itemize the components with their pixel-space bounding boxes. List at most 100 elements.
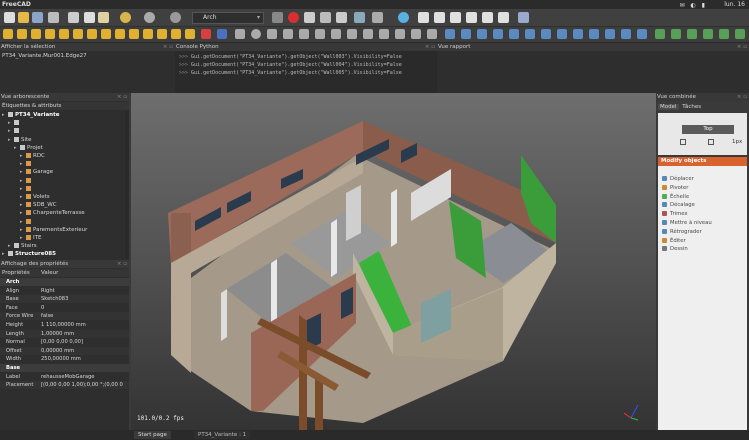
property-value[interactable]: 250,00000 mm (41, 355, 81, 363)
property-row[interactable]: Normal [0,00 0,00 0,00] (0, 338, 129, 346)
measure-icon[interactable] (518, 12, 529, 23)
snap-angle-icon[interactable] (525, 29, 535, 39)
property-value[interactable]: false (41, 312, 53, 320)
snap-perpendicular-icon[interactable] (557, 29, 567, 39)
property-row[interactable]: Force Wire false (0, 312, 129, 321)
property-value[interactable]: [(0,00 0,00 1,00);0,00 °;(0,00 0 (41, 381, 123, 389)
property-row[interactable]: Label rehausseMobGarage (0, 373, 129, 381)
modify-item[interactable]: Décalage (662, 201, 749, 210)
checkbox[interactable] (708, 139, 714, 145)
view-front-icon[interactable] (434, 12, 445, 23)
tree-item[interactable]: ▸ (0, 218, 129, 226)
property-row[interactable]: Align Right (0, 287, 129, 295)
snap-working-plane-icon[interactable] (655, 29, 665, 39)
copy-icon[interactable] (84, 12, 95, 23)
save-icon[interactable] (32, 12, 43, 23)
property-value[interactable]: Sketch083 (41, 295, 68, 303)
ellipse-icon[interactable] (283, 29, 293, 39)
wire-icon[interactable] (235, 29, 245, 39)
tree-item[interactable]: ▸ Volets (0, 193, 129, 201)
toggle-display-mode-icon[interactable] (735, 29, 745, 39)
snap-lock-icon[interactable] (461, 29, 471, 39)
stop-macro-icon[interactable] (304, 12, 315, 23)
snap-extension-icon[interactable] (573, 29, 583, 39)
shapestring-icon[interactable] (395, 29, 405, 39)
site-icon[interactable] (73, 29, 83, 39)
snap-parallel-icon[interactable] (589, 29, 599, 39)
tree-item[interactable]: ▸ (0, 185, 129, 193)
view-bottom-icon[interactable] (498, 12, 509, 23)
view-rear-icon[interactable] (482, 12, 493, 23)
property-row[interactable]: Placement [(0,00 0,00 1,00);0,00 °;(0,00 … (0, 381, 129, 390)
undo-icon[interactable] (120, 12, 131, 23)
wall-icon[interactable] (3, 29, 13, 39)
tree-item[interactable]: ▸ ITE (0, 234, 129, 242)
tree-item[interactable]: ▸ RDC (0, 152, 129, 160)
modify-item[interactable]: Échelle (662, 193, 749, 202)
space-icon[interactable] (129, 29, 139, 39)
rectangle-icon[interactable] (315, 29, 325, 39)
run-macro-icon[interactable] (336, 12, 347, 23)
modify-item[interactable]: Trimex (662, 210, 749, 219)
snap-near-icon[interactable] (621, 29, 631, 39)
selection-text[interactable]: PT34_Variante.Mur001.Edge27 (2, 53, 87, 59)
redo-icon[interactable] (144, 12, 155, 23)
property-value[interactable]: 0,00000 mm (41, 347, 74, 355)
building-model[interactable] (131, 93, 656, 430)
edit-macro-icon[interactable] (320, 12, 331, 23)
property-row[interactable]: Face 0 (0, 304, 129, 312)
modify-item[interactable]: Pivoter (662, 184, 749, 193)
close-icon[interactable]: × ▫ (425, 43, 435, 51)
modify-item[interactable]: Rétrograder (662, 228, 749, 237)
tree-item[interactable]: ▸ PT34_Variante (0, 111, 129, 119)
remove-icon[interactable] (201, 29, 211, 39)
tab-document[interactable]: PT34_Variante : 1 (194, 431, 251, 439)
view-top-icon[interactable] (450, 12, 461, 23)
dimension-icon[interactable] (347, 29, 357, 39)
tree-item[interactable]: ▸ Stairs (0, 242, 129, 250)
fit-all-icon[interactable] (398, 12, 409, 23)
building-icon[interactable] (59, 29, 69, 39)
tree-item[interactable]: ▸ CharpenteTerrasse (0, 209, 129, 217)
text-icon[interactable] (331, 29, 341, 39)
close-icon[interactable]: × ▫ (117, 93, 127, 101)
tree-item[interactable]: ▸ (0, 127, 129, 135)
toggle-construction-icon[interactable] (703, 29, 713, 39)
snap-ortho-icon[interactable] (637, 29, 647, 39)
snap-intersection-icon[interactable] (541, 29, 551, 39)
tree-item[interactable]: ▸ (0, 160, 129, 168)
draw-style-icon[interactable] (372, 12, 383, 23)
tree-item[interactable]: ▸ SDB_WC (0, 201, 129, 209)
tree-item[interactable]: ▸ ParementsExterieur (0, 226, 129, 234)
floor-icon[interactable] (45, 29, 55, 39)
point-icon[interactable] (379, 29, 389, 39)
polygon-icon[interactable] (299, 29, 309, 39)
tree-item[interactable]: ▸ (0, 177, 129, 185)
bezier-icon[interactable] (427, 29, 437, 39)
refresh-icon[interactable] (170, 12, 181, 23)
tree-item[interactable]: ▸ Structure085 (0, 250, 129, 258)
open-file-icon[interactable] (18, 12, 29, 23)
workbench-selector[interactable]: Arch ▾ (192, 12, 264, 24)
modify-item[interactable]: Dessin (662, 245, 749, 254)
line-icon[interactable] (217, 29, 227, 39)
property-value[interactable]: 0 (41, 304, 44, 312)
roof-icon[interactable] (101, 29, 111, 39)
property-value[interactable]: rehausseMobGarage (41, 373, 95, 381)
snap-center-icon[interactable] (509, 29, 519, 39)
tree-item[interactable]: ▸ Site (0, 136, 129, 144)
circle-icon[interactable] (251, 29, 261, 39)
tab-model[interactable]: Model (658, 104, 679, 110)
arc-icon[interactable] (267, 29, 277, 39)
property-value[interactable]: [0,00 0,00 0,00] (41, 338, 83, 346)
close-icon[interactable]: × ▫ (737, 43, 747, 51)
property-group[interactable]: Base (0, 364, 129, 372)
equipment-icon[interactable] (171, 29, 181, 39)
facebinder-icon[interactable] (411, 29, 421, 39)
modify-item[interactable]: Mettre à niveau (662, 219, 749, 228)
unit-field[interactable]: 1px (732, 139, 742, 145)
close-icon[interactable]: × ▫ (163, 43, 173, 51)
view-right-icon[interactable] (466, 12, 477, 23)
cut-icon[interactable] (68, 12, 79, 23)
record-macro-icon[interactable] (288, 12, 299, 23)
